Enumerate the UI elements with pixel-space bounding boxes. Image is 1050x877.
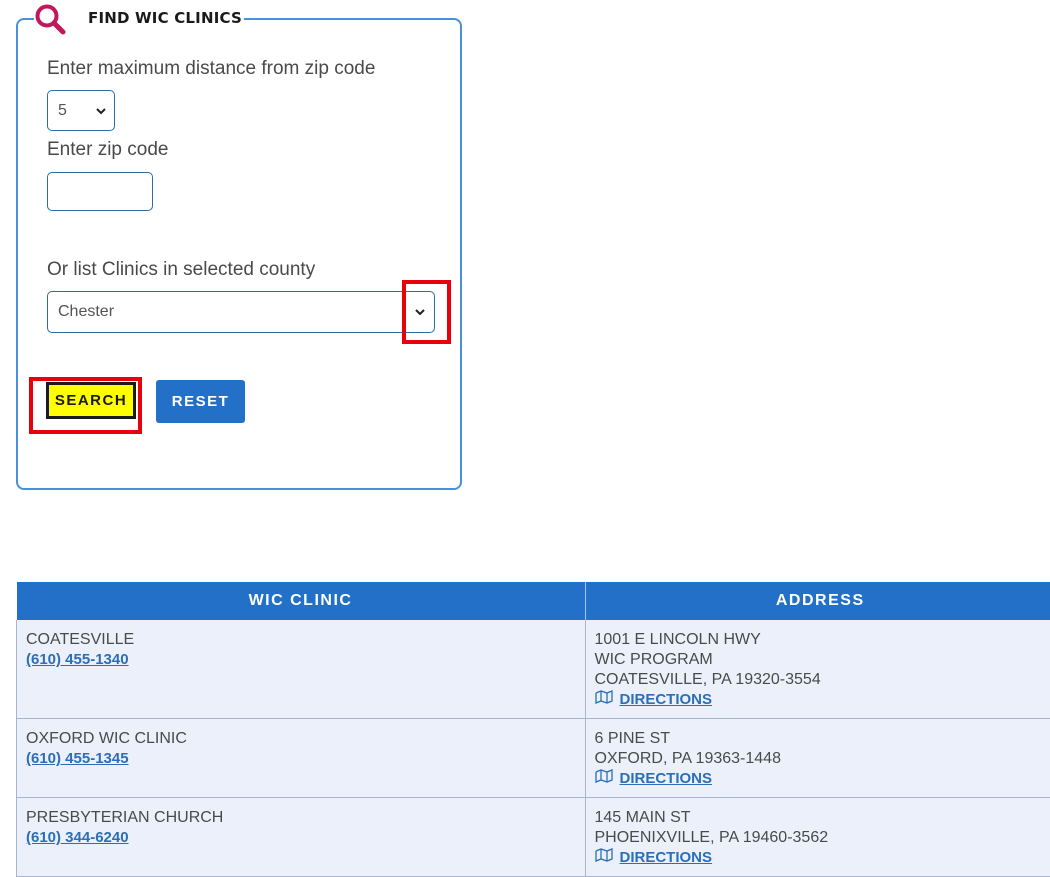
table-header-row: WIC CLINIC ADDRESS (17, 582, 1050, 620)
column-header-clinic: WIC CLINIC (17, 582, 586, 620)
clinic-name: COATESVILLE (26, 630, 576, 650)
directions-row: DIRECTIONS (595, 769, 1047, 789)
address-line: OXFORD, PA 19363-1448 (595, 749, 1047, 769)
clinic-cell: PRESBYTERIAN CHURCH (610) 344-6240 (17, 798, 586, 877)
reset-button[interactable]: RESET (156, 380, 245, 423)
distance-label: Enter maximum distance from zip code (47, 58, 375, 80)
directions-link[interactable]: DIRECTIONS (620, 848, 713, 868)
distance-value: 5 (58, 102, 67, 120)
clinic-phone-link[interactable]: (610) 455-1345 (26, 749, 576, 769)
zip-input[interactable] (47, 172, 153, 211)
county-label: Or list Clinics in selected county (47, 259, 315, 281)
map-icon (595, 848, 620, 868)
county-value: Chester (58, 303, 114, 321)
address-line: PHOENIXVILLE, PA 19460-3562 (595, 828, 1047, 848)
table-row: OXFORD WIC CLINIC (610) 455-1345 6 PINE … (17, 719, 1050, 798)
clinics-table: WIC CLINIC ADDRESS COATESVILLE (610) 455… (16, 582, 1050, 877)
clinic-cell: COATESVILLE (610) 455-1340 (17, 620, 586, 719)
distance-select[interactable]: 5 (47, 90, 115, 131)
map-icon (595, 690, 620, 710)
chevron-down-icon (96, 102, 106, 120)
search-panel-title: FIND WIC CLINICS (88, 9, 242, 27)
county-select[interactable]: Chester (47, 291, 435, 333)
map-icon (595, 769, 620, 789)
directions-row: DIRECTIONS (595, 690, 1047, 710)
directions-link[interactable]: DIRECTIONS (620, 690, 713, 710)
address-line: 145 MAIN ST (595, 808, 1047, 828)
highlight-box-county-arrow (402, 280, 451, 344)
address-line: 1001 E LINCOLN HWY (595, 630, 1047, 650)
clinic-phone-link[interactable]: (610) 344-6240 (26, 828, 576, 848)
zip-label: Enter zip code (47, 139, 168, 161)
clinic-cell: OXFORD WIC CLINIC (610) 455-1345 (17, 719, 586, 798)
address-line: COATESVILLE, PA 19320-3554 (595, 670, 1047, 690)
directions-link[interactable]: DIRECTIONS (620, 769, 713, 789)
clinic-phone-link[interactable]: (610) 455-1340 (26, 650, 576, 670)
address-line: WIC PROGRAM (595, 650, 1047, 670)
address-cell: 6 PINE ST OXFORD, PA 19363-1448 DIRECTIO… (585, 719, 1050, 798)
address-cell: 1001 E LINCOLN HWY WIC PROGRAM COATESVIL… (585, 620, 1050, 719)
address-cell: 145 MAIN ST PHOENIXVILLE, PA 19460-3562 … (585, 798, 1050, 877)
table-row: PRESBYTERIAN CHURCH (610) 344-6240 145 M… (17, 798, 1050, 877)
clinic-name: PRESBYTERIAN CHURCH (26, 808, 576, 828)
highlight-box-search-button (29, 377, 142, 434)
table-row: COATESVILLE (610) 455-1340 1001 E LINCOL… (17, 620, 1050, 719)
search-icon (34, 3, 68, 37)
column-header-address: ADDRESS (585, 582, 1050, 620)
search-panel-legend: FIND WIC CLINICS (34, 4, 244, 36)
clinic-name: OXFORD WIC CLINIC (26, 729, 576, 749)
address-line: 6 PINE ST (595, 729, 1047, 749)
directions-row: DIRECTIONS (595, 848, 1047, 868)
